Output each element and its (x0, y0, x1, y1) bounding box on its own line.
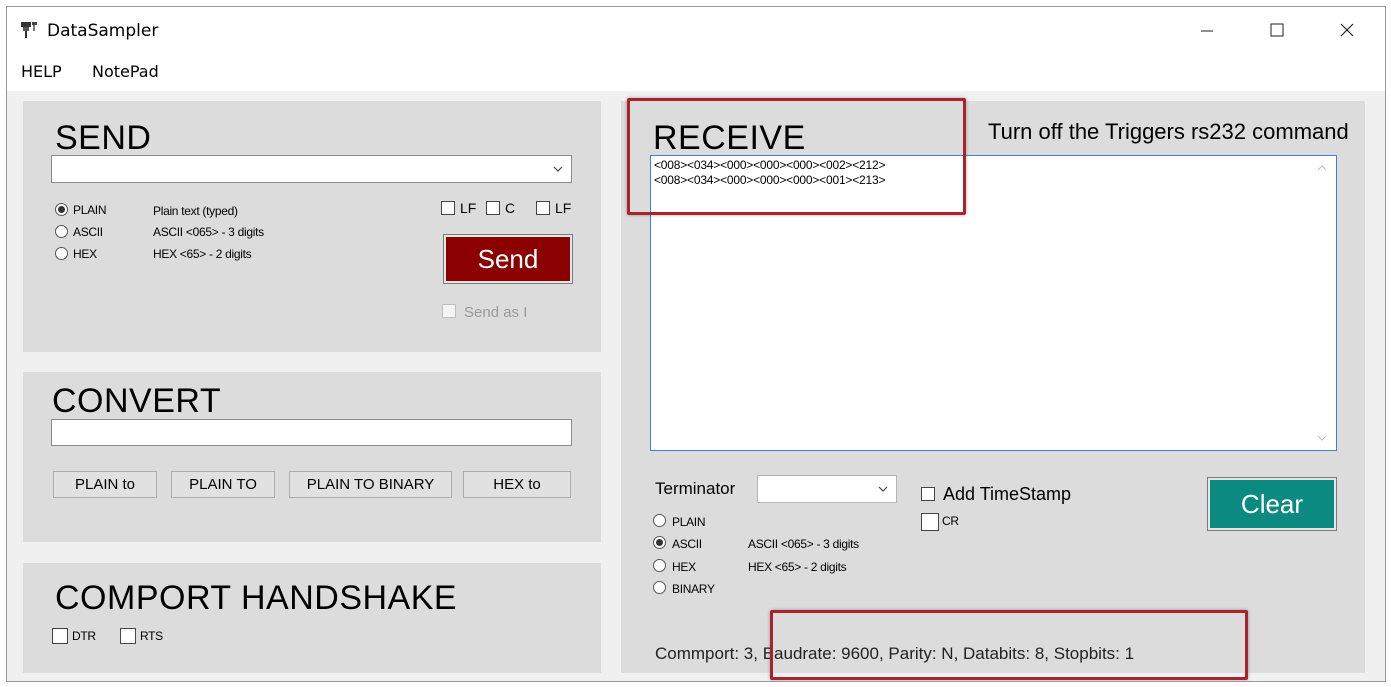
dtr-checkbox[interactable] (52, 628, 68, 644)
datasampler-app-icon (21, 22, 37, 38)
terminator-select[interactable] (757, 475, 897, 503)
send-button[interactable]: Send (443, 234, 573, 284)
send-mode-hex-desc: HEX <65> - 2 digits (153, 247, 252, 261)
close-button[interactable] (1313, 7, 1381, 53)
receive-mode-ascii-label: ASCII (672, 537, 702, 551)
status-highlight-box (770, 610, 1248, 680)
cr-label: CR (942, 514, 959, 528)
menu-notepad[interactable]: NotePad (92, 62, 159, 81)
minimize-icon (1201, 30, 1213, 32)
send-c-label: C (505, 200, 516, 216)
receive-mode-hex-label: HEX (672, 560, 696, 574)
send-c-checkbox[interactable] (486, 201, 500, 215)
send-mode-plain-desc: Plain text (typed) (153, 204, 238, 218)
send-panel: SEND PLAIN Plain text (typed) ASCII ASCI… (23, 101, 601, 352)
send-mode-ascii-desc: ASCII <065> - 3 digits (153, 225, 264, 239)
hex-to-button[interactable]: HEX to (463, 471, 571, 498)
plain-to-button[interactable]: PLAIN to (53, 471, 157, 498)
timestamp-checkbox[interactable] (921, 487, 935, 501)
send-mode-ascii-label: ASCII (73, 225, 103, 239)
send-as-label: Send as I (464, 304, 528, 321)
rts-checkbox[interactable] (120, 628, 136, 644)
convert-title: CONVERT (52, 382, 222, 420)
receive-highlight-box (627, 98, 966, 215)
datasampler-window: DataSampler HELP NotePad SEND PLAIN Plai… (6, 6, 1386, 682)
receive-mode-binary-label: BINARY (672, 582, 715, 596)
send-input[interactable] (51, 155, 572, 183)
receive-mode-ascii-desc: ASCII <065> - 3 digits (748, 537, 859, 551)
send-lf2-checkbox[interactable] (536, 201, 550, 215)
rts-label: RTS (140, 629, 163, 643)
send-mode-ascii-radio[interactable] (55, 225, 68, 238)
send-lf-checkbox[interactable] (441, 201, 455, 215)
send-mode-hex-label: HEX (73, 247, 97, 261)
receive-scrollbar[interactable] (1308, 156, 1336, 450)
menu-bar: HELP NotePad (7, 53, 1385, 91)
close-icon (1340, 23, 1354, 37)
plain-to-binary-button[interactable]: PLAIN TO BINARY (289, 471, 452, 498)
receive-mode-plain-label: PLAIN (672, 515, 706, 529)
convert-panel: CONVERT PLAIN to PLAIN TO PLAIN TO BINAR… (23, 372, 601, 542)
maximize-button[interactable] (1243, 7, 1311, 53)
handshake-title: COMPORT HANDSHAKE (55, 579, 458, 617)
send-title: SEND (55, 119, 152, 157)
scroll-up-icon[interactable] (1317, 164, 1327, 172)
chevron-down-icon[interactable] (878, 484, 888, 494)
dtr-label: DTR (72, 629, 96, 643)
clear-button[interactable]: Clear (1207, 477, 1337, 531)
scroll-down-icon[interactable] (1317, 434, 1327, 442)
send-mode-plain-radio[interactable] (55, 203, 68, 216)
maximize-icon (1270, 23, 1284, 37)
send-mode-hex-radio[interactable] (55, 247, 68, 260)
menu-help[interactable]: HELP (21, 62, 62, 81)
cr-checkbox[interactable] (921, 513, 939, 531)
terminator-label: Terminator (655, 479, 736, 498)
window-title: DataSampler (47, 21, 159, 41)
title-bar: DataSampler (7, 7, 1385, 53)
handshake-panel: COMPORT HANDSHAKE DTR RTS (23, 563, 601, 673)
receive-mode-hex-desc: HEX <65> - 2 digits (748, 560, 847, 574)
send-lf-label: LF (460, 200, 477, 216)
timestamp-label: Add TimeStamp (943, 484, 1072, 504)
minimize-button[interactable] (1173, 7, 1241, 53)
send-mode-plain-label: PLAIN (73, 203, 107, 217)
convert-input[interactable] (51, 419, 572, 446)
receive-mode-hex-radio[interactable] (653, 559, 666, 572)
plain-to-upper-button[interactable]: PLAIN TO (171, 471, 275, 498)
send-as-checkbox[interactable] (442, 304, 456, 318)
send-lf2-label: LF (555, 200, 572, 216)
receive-mode-binary-radio[interactable] (653, 581, 666, 594)
receive-mode-plain-radio[interactable] (653, 514, 666, 527)
receive-info-text: Turn off the Triggers rs232 command (988, 119, 1349, 144)
chevron-down-icon[interactable] (553, 164, 563, 174)
receive-mode-ascii-radio[interactable] (653, 536, 666, 549)
